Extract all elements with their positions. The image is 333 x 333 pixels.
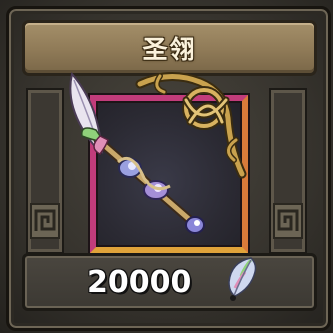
price-value: 20000 bbox=[87, 264, 192, 300]
right-pillar bbox=[265, 88, 309, 254]
price-plate: 20000 bbox=[22, 253, 317, 311]
item-name: 圣翎 bbox=[142, 35, 197, 64]
feathered-staff-icon bbox=[69, 71, 205, 234]
feather-currency-icon bbox=[228, 257, 257, 301]
meander-pattern-icon bbox=[30, 203, 60, 239]
title-plate: 圣翎 bbox=[22, 20, 317, 76]
item-card[interactable]: 圣翎 20000 bbox=[0, 0, 333, 333]
meander-pattern-icon bbox=[273, 203, 303, 239]
